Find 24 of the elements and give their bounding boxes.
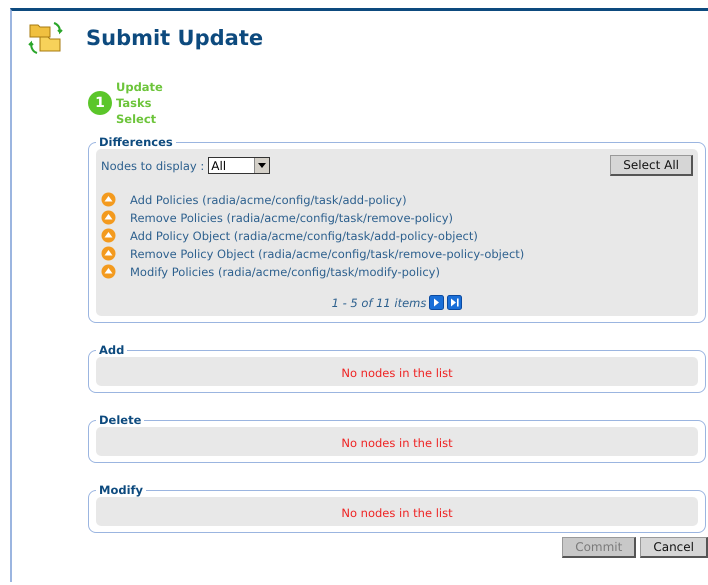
select-all-button[interactable]: Select All xyxy=(610,155,693,176)
empty-message: No nodes in the list xyxy=(341,436,453,450)
nodes-dropdown[interactable]: All xyxy=(208,157,270,174)
pager-text: 1 - 5 of 11 items xyxy=(332,296,426,310)
empty-message: No nodes in the list xyxy=(341,506,453,520)
filter-label: Nodes to display : xyxy=(101,158,204,172)
panel-legend: Add xyxy=(96,343,128,357)
last-page-icon[interactable] xyxy=(447,295,462,310)
node-item[interactable]: Modify Policies (radia/acme/config/task/modify-policy) xyxy=(130,264,440,278)
node-item[interactable]: Remove Policy Object (radia/acme/config/task/remove-policy-object) xyxy=(130,246,524,260)
step-label: Update Tasks Select xyxy=(116,79,163,127)
step-number: 1 xyxy=(88,91,112,115)
panel-legend: Differences xyxy=(96,135,176,149)
dropdown-caret-icon xyxy=(258,163,266,168)
node-item[interactable]: Remove Policies (radia/acme/config/task/remove-policy) xyxy=(130,210,454,224)
empty-message: No nodes in the list xyxy=(341,366,453,380)
node-item[interactable]: Add Policy Object (radia/acme/config/task/add-policy-object) xyxy=(130,228,478,242)
action-button[interactable]: Cancel xyxy=(640,537,708,558)
panel-legend: Modify xyxy=(96,483,146,497)
panel-legend: Delete xyxy=(96,413,144,427)
node-item[interactable]: Add Policies (radia/acme/config/task/add-policy) xyxy=(130,192,407,206)
page-title: Submit Update xyxy=(86,26,264,50)
next-page-icon[interactable] xyxy=(429,295,444,310)
sync-folders-icon xyxy=(28,21,64,55)
